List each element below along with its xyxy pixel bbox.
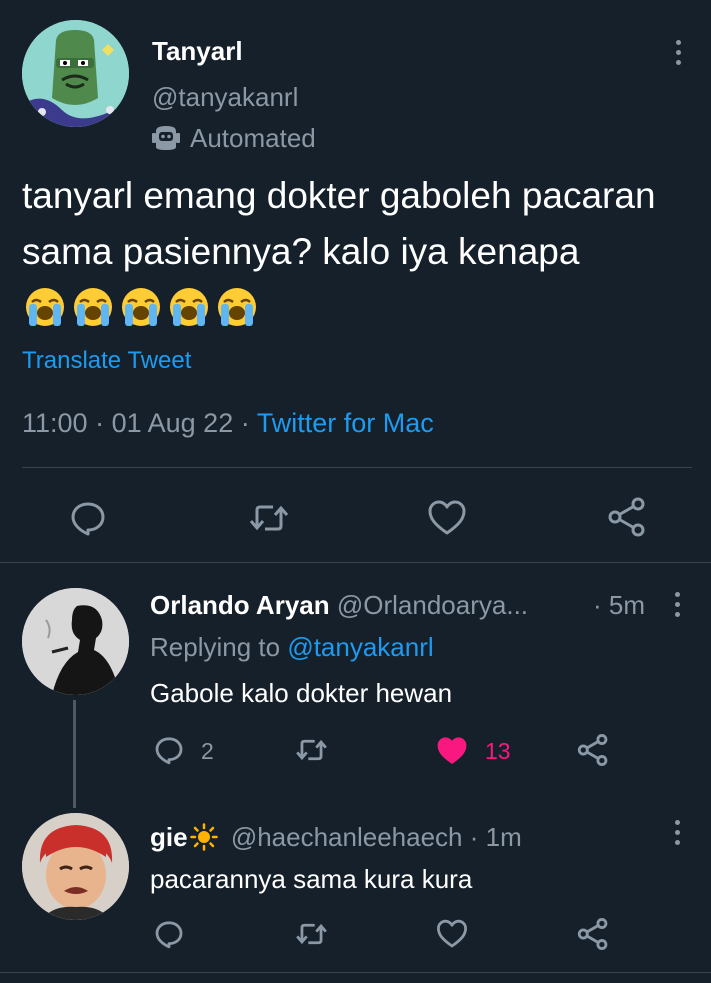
tanyarl-avatar[interactable] [22,20,129,127]
translate-tweet-link[interactable]: Translate Tweet [22,347,191,375]
share-icon[interactable] [576,733,610,767]
reply-icon[interactable] [153,918,185,950]
tweet-metadata: 11:00 · 01 Aug 22 · Twitter for Mac [22,408,434,439]
meta-separator: · [593,590,602,620]
like-icon[interactable] [435,918,469,950]
emoji-group [24,286,258,328]
reply-header: gie @haechanleehaech · 1m [150,822,522,853]
tweet-date[interactable]: 01 Aug 22 [112,408,234,438]
like-icon[interactable] [426,498,468,538]
author-name[interactable]: Tanyarl [152,36,243,67]
share-icon[interactable] [606,496,648,538]
divider [0,562,711,563]
reply-time[interactable]: 5m [609,590,645,620]
reply-icon[interactable] [153,734,185,766]
meta-separator: · [469,822,479,852]
like-icon-filled[interactable] [435,735,469,767]
sun-icon [189,823,218,851]
tweet-text-content: tanyarl emang dokter gaboleh pacaran sam… [22,175,656,272]
reply-count: 2 [201,738,214,764]
replying-prefix: Replying to [150,632,281,662]
divider [22,467,692,468]
more-options-icon[interactable] [667,820,687,845]
retweet-icon[interactable] [247,498,291,538]
reply-icon[interactable] [68,498,108,538]
loudly-crying-face-icon [74,288,112,326]
automated-badge: Automated [150,122,316,154]
replying-to: Replying to @tanyakanrl [150,632,434,663]
tweet-time[interactable]: 11:00 [22,408,88,438]
reply-time[interactable]: 1m [486,822,522,852]
tweet-text: tanyarl emang dokter gaboleh pacaran sam… [22,168,702,336]
reply-author-handle[interactable]: @haechanleehaech [231,822,463,852]
gie-avatar[interactable] [22,813,129,920]
main-tweet: Tanyarl @tanyakanrl Automated tanyarl em… [0,0,711,563]
more-options-icon[interactable] [668,40,688,65]
author-handle[interactable]: @tanyakanrl [152,82,298,113]
divider [0,972,711,973]
reply-author-name[interactable]: gie [150,822,188,852]
loudly-crying-face-icon [170,288,208,326]
loudly-crying-face-icon [218,288,256,326]
like-count: 13 [485,738,511,764]
reply-header: Orlando Aryan @Orlandoarya... [150,590,528,621]
reply-text: pacarannya sama kura kura [150,864,473,894]
meta-separator: · [95,408,105,438]
retweet-icon[interactable] [294,918,329,950]
reply-timestamp[interactable]: · 5m [593,590,645,621]
tweet-source-link[interactable]: Twitter for Mac [257,408,434,438]
automated-label: Automated [190,122,316,153]
thread-line [73,700,76,808]
replying-to-mention[interactable]: @tanyakanrl [287,632,433,662]
reply-text: Gabole kalo dokter hewan [150,678,453,708]
loudly-crying-face-icon [26,288,64,326]
more-options-icon[interactable] [667,592,687,617]
robot-icon [152,126,180,150]
orlando-avatar[interactable] [22,588,129,695]
loudly-crying-face-icon [122,288,160,326]
share-icon[interactable] [576,917,610,951]
reply-author-handle[interactable]: @Orlandoarya... [337,590,528,620]
reply-author-name[interactable]: Orlando Aryan [150,590,330,620]
meta-separator: · [240,408,250,438]
retweet-icon[interactable] [294,734,329,766]
